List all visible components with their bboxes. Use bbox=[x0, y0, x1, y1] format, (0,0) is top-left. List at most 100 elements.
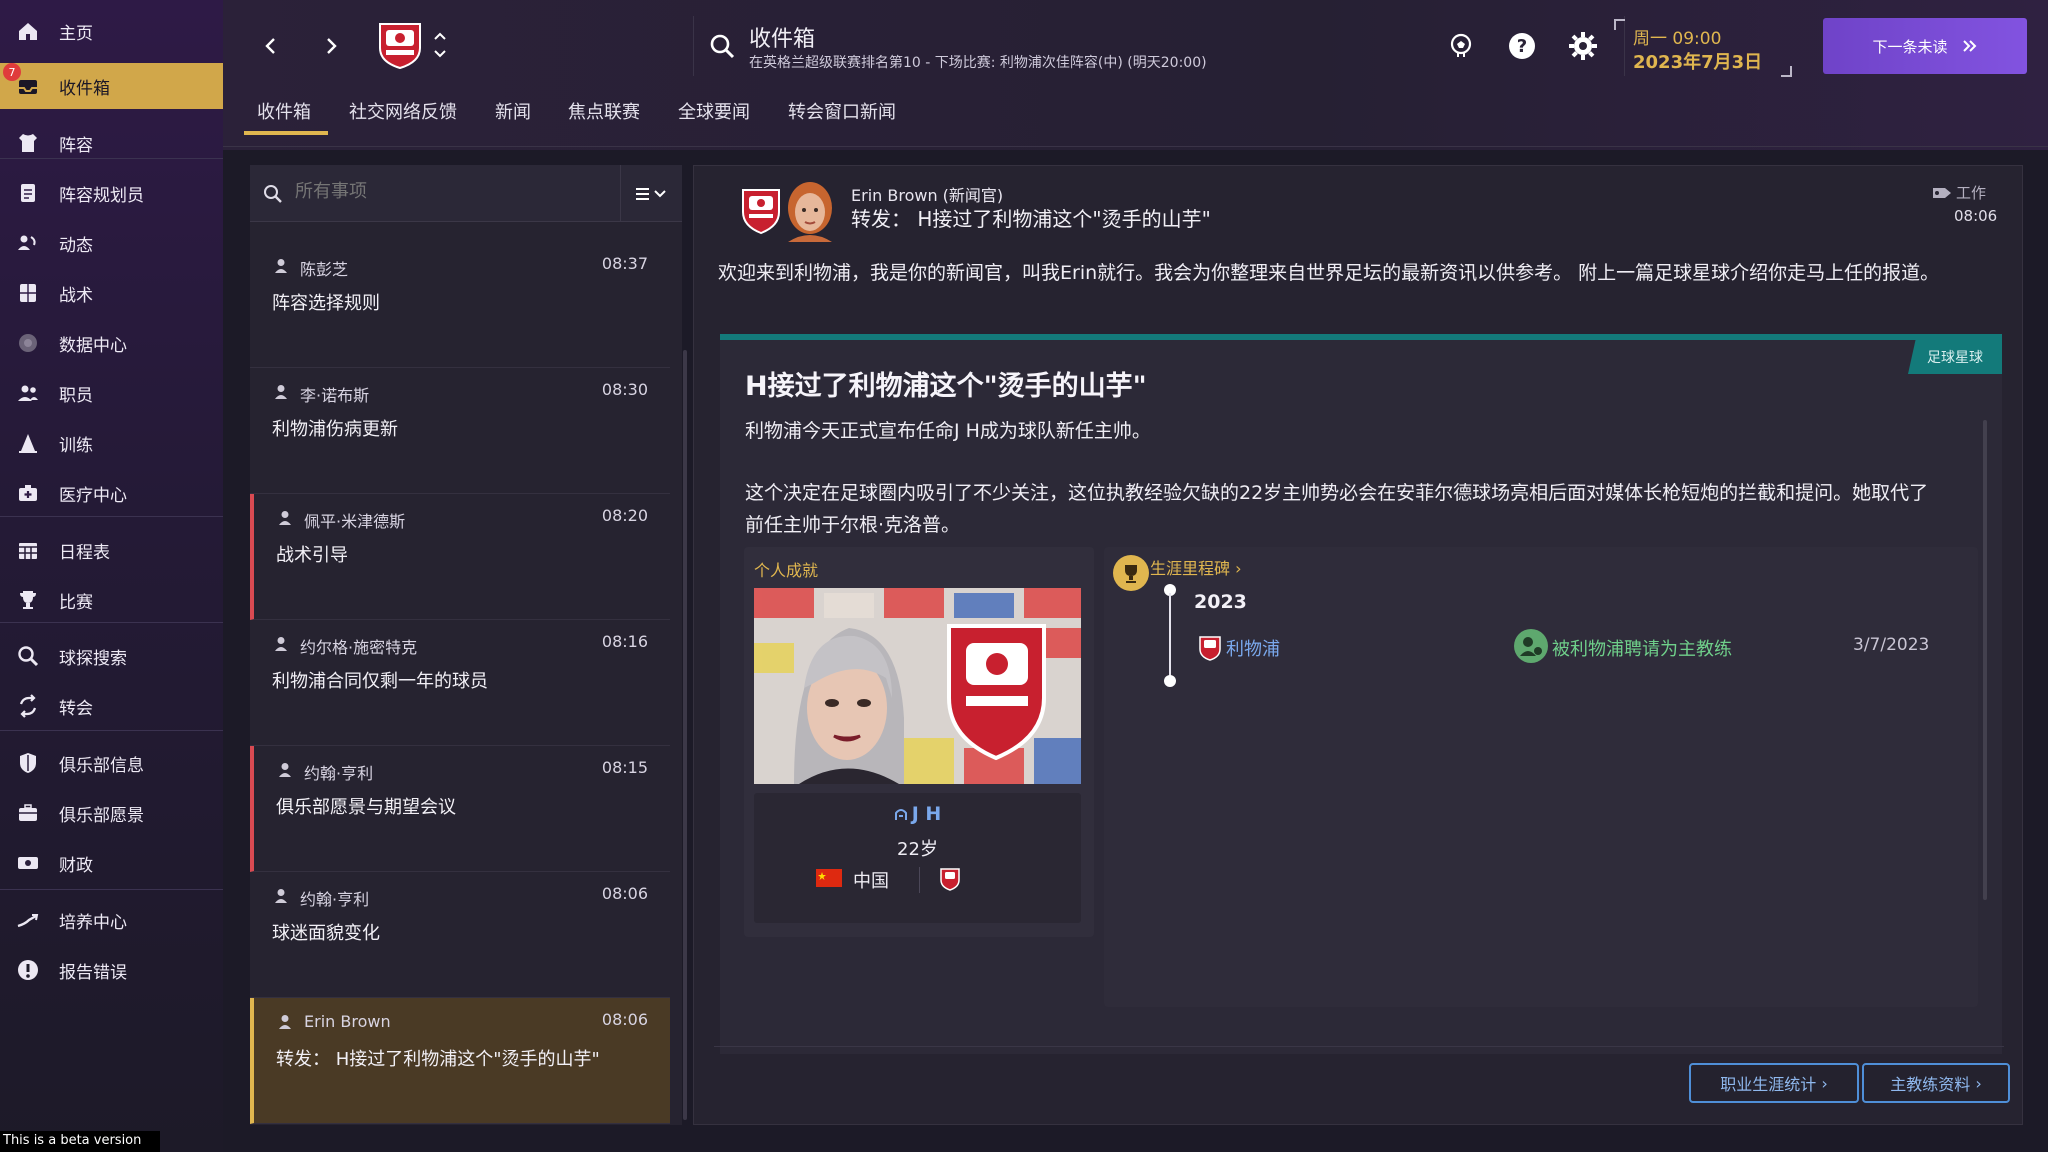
detail-footer-divider bbox=[714, 1046, 2004, 1047]
sidebar-item-medical-centre[interactable]: 医疗中心 bbox=[0, 470, 223, 516]
message-time: 08:16 bbox=[601, 632, 648, 651]
scouting-search-icon bbox=[14, 644, 42, 668]
up-down-chevron-icon bbox=[434, 32, 446, 58]
manager-profile-label: 主教练资料 bbox=[1890, 1075, 1971, 1094]
sidebar-item-finances[interactable]: 财政 bbox=[0, 840, 223, 886]
message-list-item[interactable]: 约翰·亨利 08:15 俱乐部愿景与期望会议 bbox=[250, 746, 670, 872]
sidebar-item-staff[interactable]: 职员 bbox=[0, 370, 223, 416]
sidebar-item-label: 培养中心 bbox=[59, 912, 127, 933]
sidebar-item-label: 职员 bbox=[59, 385, 93, 406]
sidebar-item-club-info[interactable]: 俱乐部信息 bbox=[0, 740, 223, 786]
finance-icon bbox=[14, 851, 42, 875]
manager-age: 22岁 bbox=[897, 839, 938, 860]
tab-transfer-window-news[interactable]: 转会窗口新闻 bbox=[788, 98, 896, 124]
article-title: H接过了利物浦这个"烫手的山芋" bbox=[745, 371, 1147, 402]
message-time: 08:06 bbox=[1954, 207, 1998, 225]
manager-name-text: J H bbox=[911, 803, 942, 825]
career-stats-button[interactable]: 职业生涯统计 › bbox=[1689, 1063, 1859, 1103]
sidebar-item-label: 主页 bbox=[59, 23, 93, 44]
list-search-bar bbox=[250, 165, 682, 222]
football-brain-button[interactable] bbox=[1443, 28, 1479, 64]
sidebar-item-squad-planner[interactable]: 阵容规划员 bbox=[0, 170, 223, 216]
settings-button[interactable] bbox=[1565, 28, 1601, 64]
dynamics-icon bbox=[14, 231, 42, 255]
briefcase-icon bbox=[14, 801, 42, 825]
message-list-panel: 陈彭芝 08:37 阵容选择规则李·诺布斯 08:30 利物浦伤病更新佩平·米津德斯 08… bbox=[250, 165, 682, 1125]
message-list-item[interactable]: Erin Brown 08:06 转发： H接过了利物浦这个"烫手的山芋" bbox=[250, 998, 670, 1124]
training-cone-icon bbox=[14, 431, 42, 455]
manager-nationality: 中国 bbox=[853, 871, 889, 892]
message-time: 08:20 bbox=[601, 506, 648, 525]
football-brain-icon bbox=[1450, 33, 1472, 57]
sidebar-item-dev-centre[interactable]: 培养中心 bbox=[0, 897, 223, 943]
sidebar-item-scouting[interactable]: 球探搜索 bbox=[0, 633, 223, 679]
timeline-line bbox=[1164, 584, 1176, 687]
medical-kit-icon bbox=[14, 481, 42, 505]
filter-search-input[interactable] bbox=[295, 181, 615, 202]
sidebar-item-schedule[interactable]: 日程表 bbox=[0, 527, 223, 573]
list-scrollbar[interactable] bbox=[683, 350, 687, 1120]
game-date[interactable]: 周一 09:00 2023年7月3日 bbox=[1613, 18, 1793, 78]
message-subject: 转发： H接过了利物浦这个"烫手的山芋" bbox=[276, 1049, 600, 1070]
sidebar-item-data-hub[interactable]: 数据中心 bbox=[0, 320, 223, 366]
svg-text:?: ? bbox=[1517, 36, 1527, 57]
sidebar-item-dynamics[interactable]: 动态 bbox=[0, 220, 223, 266]
home-icon bbox=[14, 19, 42, 43]
next-unread-button[interactable]: 下一条未读 bbox=[1823, 18, 2027, 74]
sidebar-item-squad[interactable]: 阵容 bbox=[0, 120, 223, 166]
message-sender: Erin Brown bbox=[304, 1012, 391, 1031]
message-subject: 阵容选择规则 bbox=[272, 293, 380, 314]
club-switcher[interactable] bbox=[366, 18, 458, 72]
message-time: 08:30 bbox=[601, 380, 648, 399]
sidebar-item-label: 球探搜索 bbox=[59, 648, 127, 669]
career-milestones-link[interactable]: 生涯里程碑 › bbox=[1150, 555, 1242, 579]
sidebar-item-training[interactable]: 训练 bbox=[0, 420, 223, 466]
club-crest-icon[interactable] bbox=[939, 867, 961, 891]
sidebar-item-home[interactable]: 主页 bbox=[0, 8, 223, 54]
message-list-item[interactable]: 约尔格·施密特克 08:16 利物浦合同仅剩一年的球员 bbox=[250, 620, 670, 746]
sidebar-item-inbox[interactable]: 收件箱 bbox=[0, 63, 223, 109]
message-time: 08:37 bbox=[601, 254, 648, 273]
staff-icon bbox=[14, 381, 42, 405]
forward-button[interactable] bbox=[313, 28, 349, 64]
sidebar-item-label: 俱乐部愿景 bbox=[59, 805, 144, 826]
milestone-date: 3/7/2023 bbox=[1853, 635, 1930, 655]
sidebar-item-tactics[interactable]: 战术 bbox=[0, 270, 223, 316]
message-list-item[interactable]: 陈彭芝 08:37 阵容选择规则 bbox=[250, 242, 670, 368]
clipboard-icon bbox=[14, 181, 42, 205]
tab-news[interactable]: 新闻 bbox=[495, 98, 531, 124]
help-button[interactable]: ? bbox=[1504, 28, 1540, 64]
person-icon bbox=[279, 1015, 291, 1029]
message-list-item[interactable]: 佩平·米津德斯 08:20 战术引导 bbox=[250, 494, 670, 620]
tab-social-feed[interactable]: 社交网络反馈 bbox=[349, 98, 457, 124]
sender-avatar bbox=[788, 182, 832, 242]
article-paragraph-1: 利物浦今天正式宣布任命J H成为球队新任主帅。 bbox=[745, 420, 1151, 442]
sidebar-item-club-vision[interactable]: 俱乐部愿景 bbox=[0, 790, 223, 836]
sidebar-divider bbox=[0, 158, 223, 159]
sidebar-item-label: 数据中心 bbox=[59, 335, 127, 356]
message-list-item[interactable]: 约翰·亨利 08:06 球迷面貌变化 bbox=[250, 872, 670, 998]
double-chevron-right-icon bbox=[1962, 40, 1976, 52]
article-scrollbar[interactable] bbox=[1983, 420, 1987, 900]
manager-profile-button[interactable]: 主教练资料 › bbox=[1862, 1063, 2010, 1103]
sidebar-item-transfers[interactable]: 转会 bbox=[0, 683, 223, 729]
message-time: 08:15 bbox=[601, 758, 648, 777]
tab-focus-leagues[interactable]: 焦点联赛 bbox=[568, 98, 640, 124]
sidebar-item-report-bug[interactable]: 报告错误 bbox=[0, 947, 223, 993]
sidebar-item-label: 俱乐部信息 bbox=[59, 755, 144, 776]
search-icon[interactable] bbox=[709, 33, 735, 59]
sidebar-item-competitions[interactable]: 比赛 bbox=[0, 577, 223, 623]
current-date: 2023年7月3日 bbox=[1633, 52, 1763, 73]
personal-achievement-title: 个人成就 bbox=[754, 561, 819, 580]
filter-menu-button[interactable] bbox=[620, 165, 682, 222]
club-crest-icon bbox=[1199, 636, 1221, 661]
message-list-item[interactable]: 李·诺布斯 08:30 利物浦伤病更新 bbox=[250, 368, 670, 494]
tab-inbox[interactable]: 收件箱 bbox=[257, 98, 311, 124]
tab-world-news[interactable]: 全球要闻 bbox=[678, 98, 750, 124]
person-icon bbox=[275, 259, 287, 273]
back-button[interactable] bbox=[253, 28, 289, 64]
sidebar-item-label: 医疗中心 bbox=[59, 485, 127, 506]
development-icon bbox=[14, 908, 42, 932]
chevron-left-icon bbox=[265, 38, 275, 54]
manager-name[interactable]: J H bbox=[754, 803, 1081, 825]
